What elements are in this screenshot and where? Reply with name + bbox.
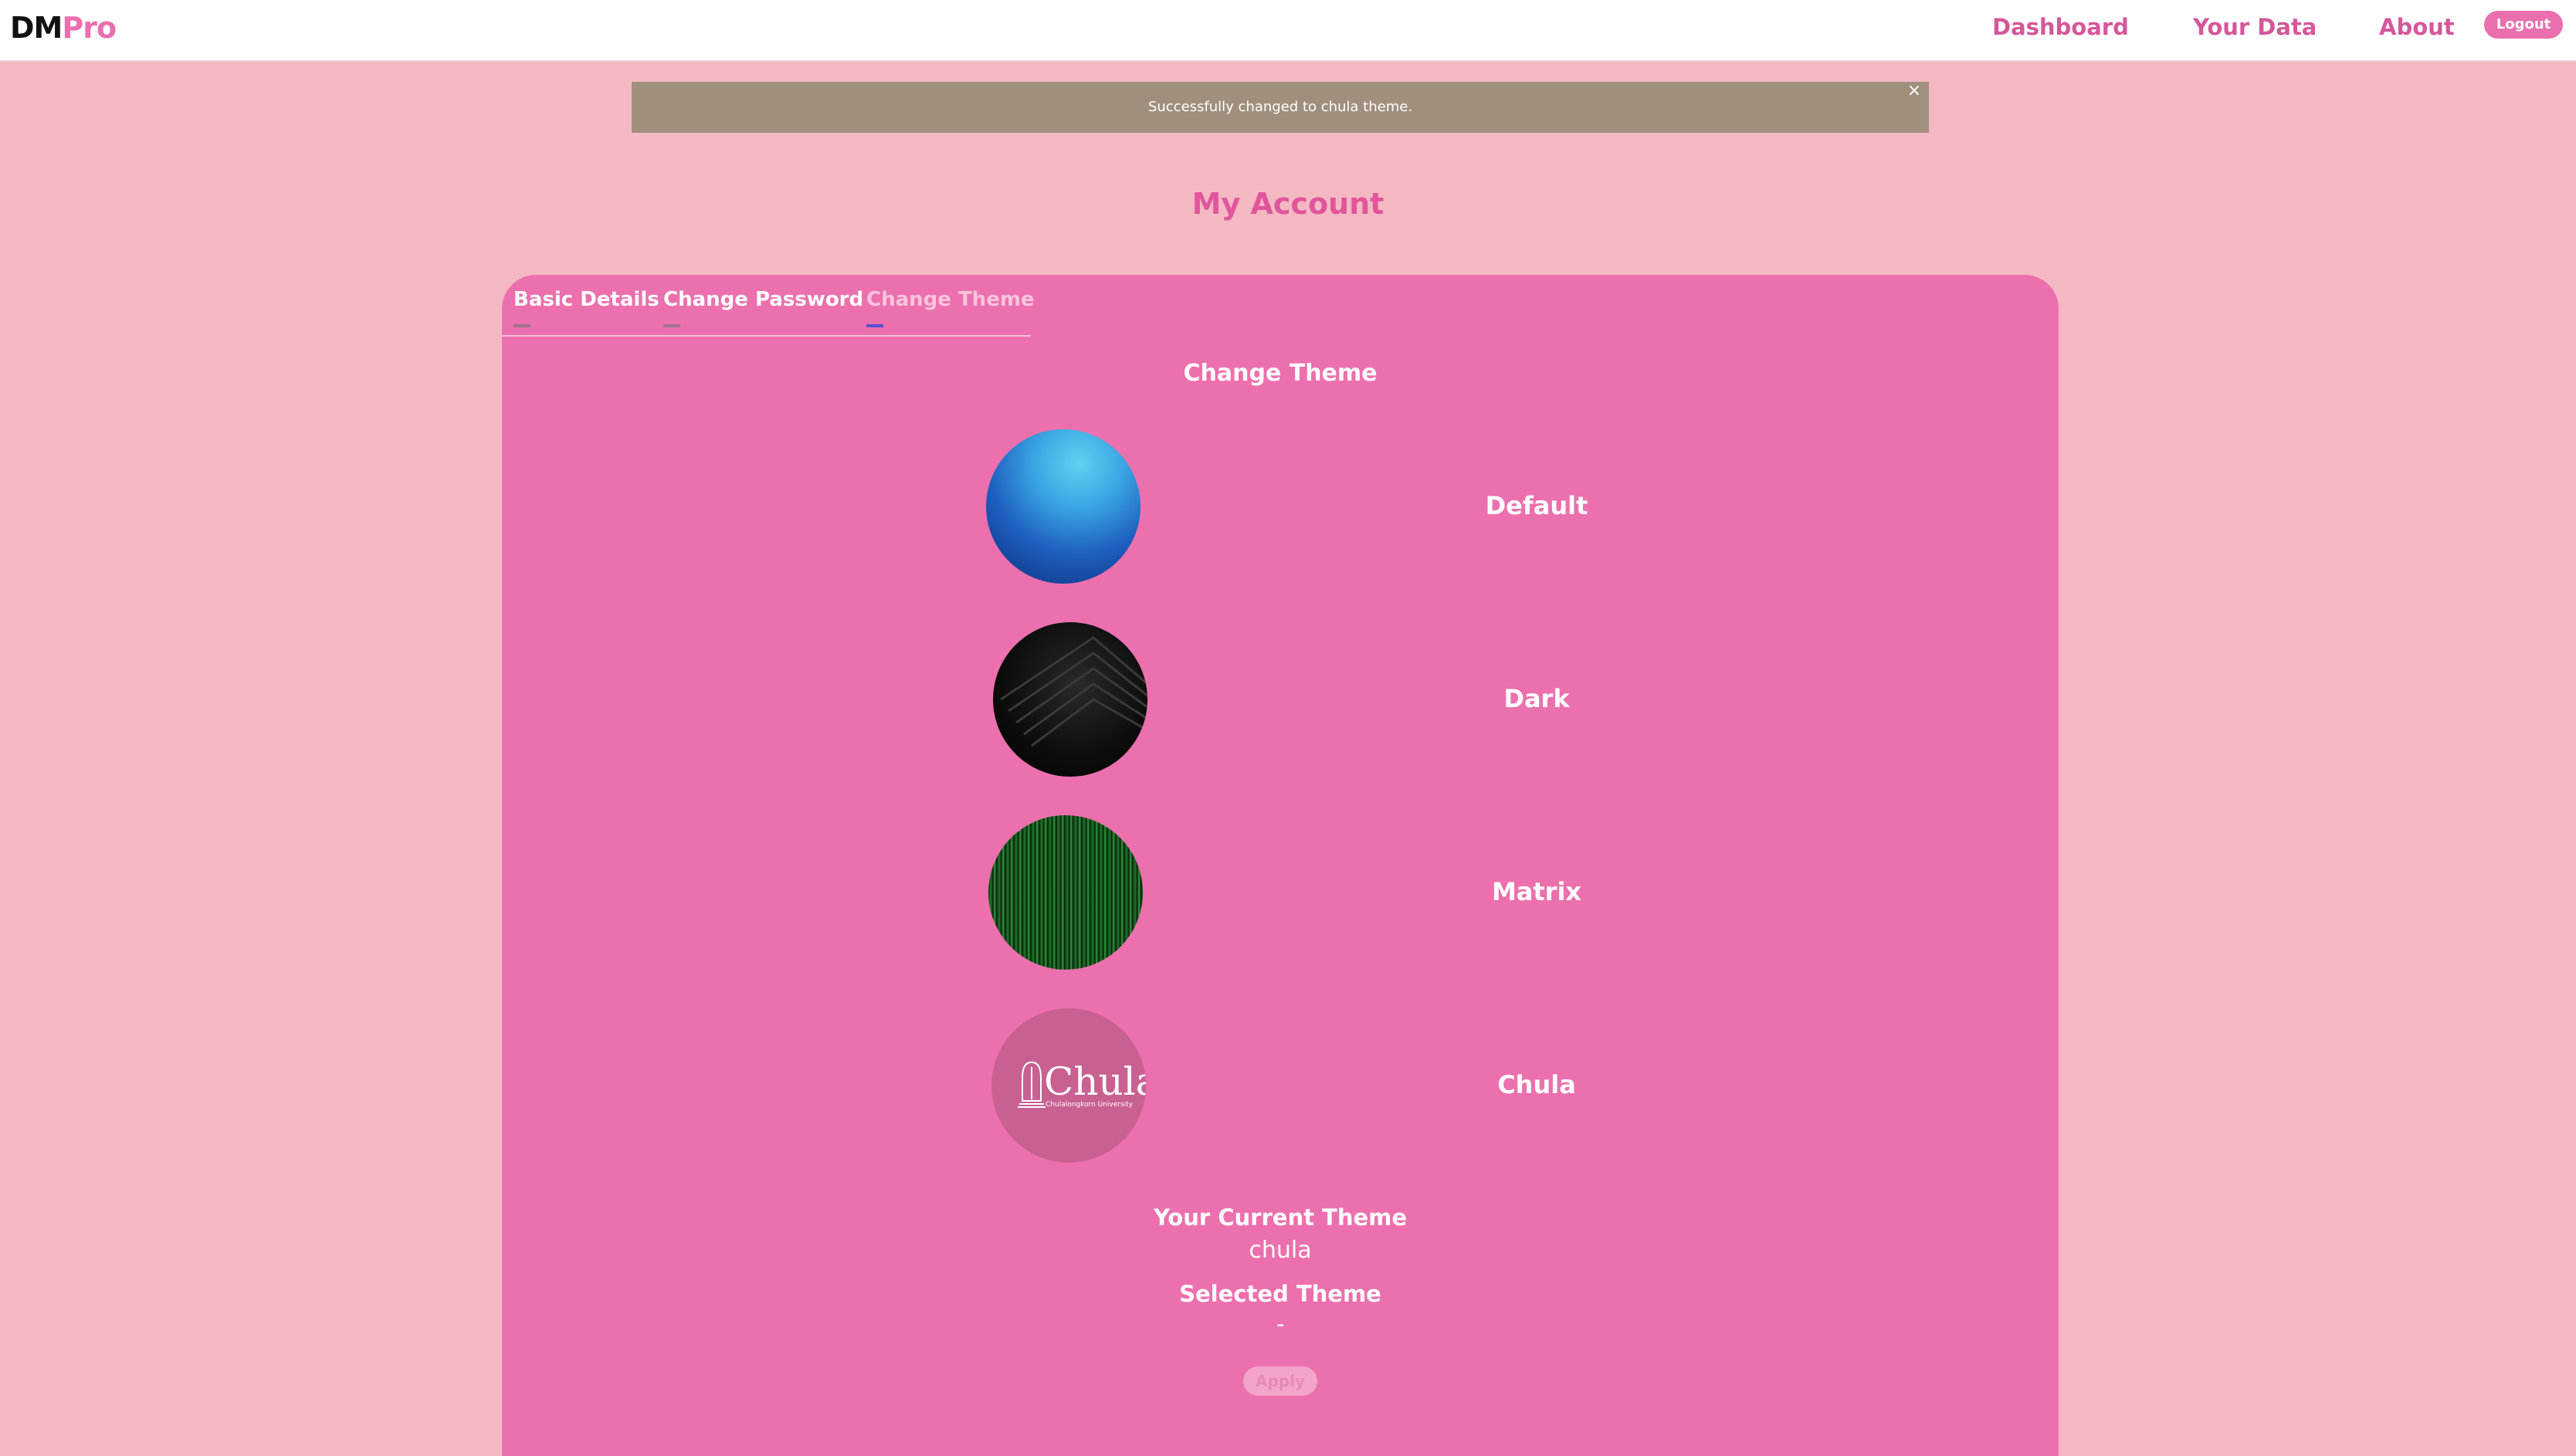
selected-theme-value: -: [1276, 1311, 1285, 1338]
theme-default-thumbnail[interactable]: [986, 429, 1141, 584]
theme-chula-thumbnail[interactable]: Chula Chulalongkorn University: [991, 1008, 1146, 1163]
brand-dm: DM: [10, 11, 63, 45]
theme-dark-thumbnail[interactable]: [993, 622, 1147, 777]
brand-logo[interactable]: DMPro: [10, 11, 117, 45]
theme-name: Matrix: [1491, 877, 1582, 906]
selected-theme-label: Selected Theme: [1179, 1281, 1381, 1307]
logout-button[interactable]: Logout: [2484, 11, 2563, 39]
nav-about-link[interactable]: About: [2379, 14, 2455, 40]
theme-name: Default: [1485, 491, 1588, 520]
nav-your-data-link[interactable]: Your Data: [2193, 14, 2317, 40]
tab-indicator: [514, 324, 530, 327]
page-title: My Account: [1191, 187, 1385, 221]
theme-option-chula[interactable]: Chula Chulalongkorn University Chula: [502, 1008, 2059, 1163]
theme-option-dark[interactable]: Dark: [502, 622, 2059, 777]
tab-basic-details[interactable]: Basic Details: [514, 288, 659, 311]
tab-indicator: [663, 324, 680, 327]
theme-option-default[interactable]: Default: [502, 429, 2059, 584]
alert-message: Successfully changed to chula theme.: [1147, 99, 1413, 115]
theme-name: Chula: [1497, 1070, 1576, 1099]
account-card: Basic Details Change Password Change The…: [502, 275, 2059, 1456]
section-title: Change Theme: [1183, 360, 1378, 387]
theme-name: Dark: [1503, 684, 1570, 713]
chula-logo-text: Chula: [1044, 1059, 1146, 1104]
chevron-stack-icon: [1000, 636, 1147, 747]
tab-change-theme[interactable]: Change Theme: [866, 288, 1035, 311]
tab-change-password[interactable]: Change Password: [663, 288, 863, 311]
apply-button[interactable]: Apply: [1243, 1366, 1317, 1396]
chula-logo-subtext: Chulalongkorn University: [1046, 1101, 1134, 1109]
theme-matrix-thumbnail[interactable]: [988, 815, 1143, 970]
success-alert: Successfully changed to chula theme. ×: [632, 82, 1929, 133]
current-theme-value: chula: [1249, 1237, 1312, 1264]
top-navbar: DMPro Dashboard Your Data About Logout: [0, 0, 2576, 62]
tab-indicator-active: [866, 324, 883, 327]
nav-dashboard-link[interactable]: Dashboard: [1992, 14, 2129, 40]
theme-option-matrix[interactable]: Matrix: [502, 815, 2059, 970]
current-theme-label: Your Current Theme: [1153, 1204, 1408, 1231]
brand-pro: Pro: [62, 11, 117, 45]
close-icon[interactable]: ×: [1906, 82, 1923, 100]
account-tabs: Basic Details Change Password Change The…: [502, 275, 1035, 337]
